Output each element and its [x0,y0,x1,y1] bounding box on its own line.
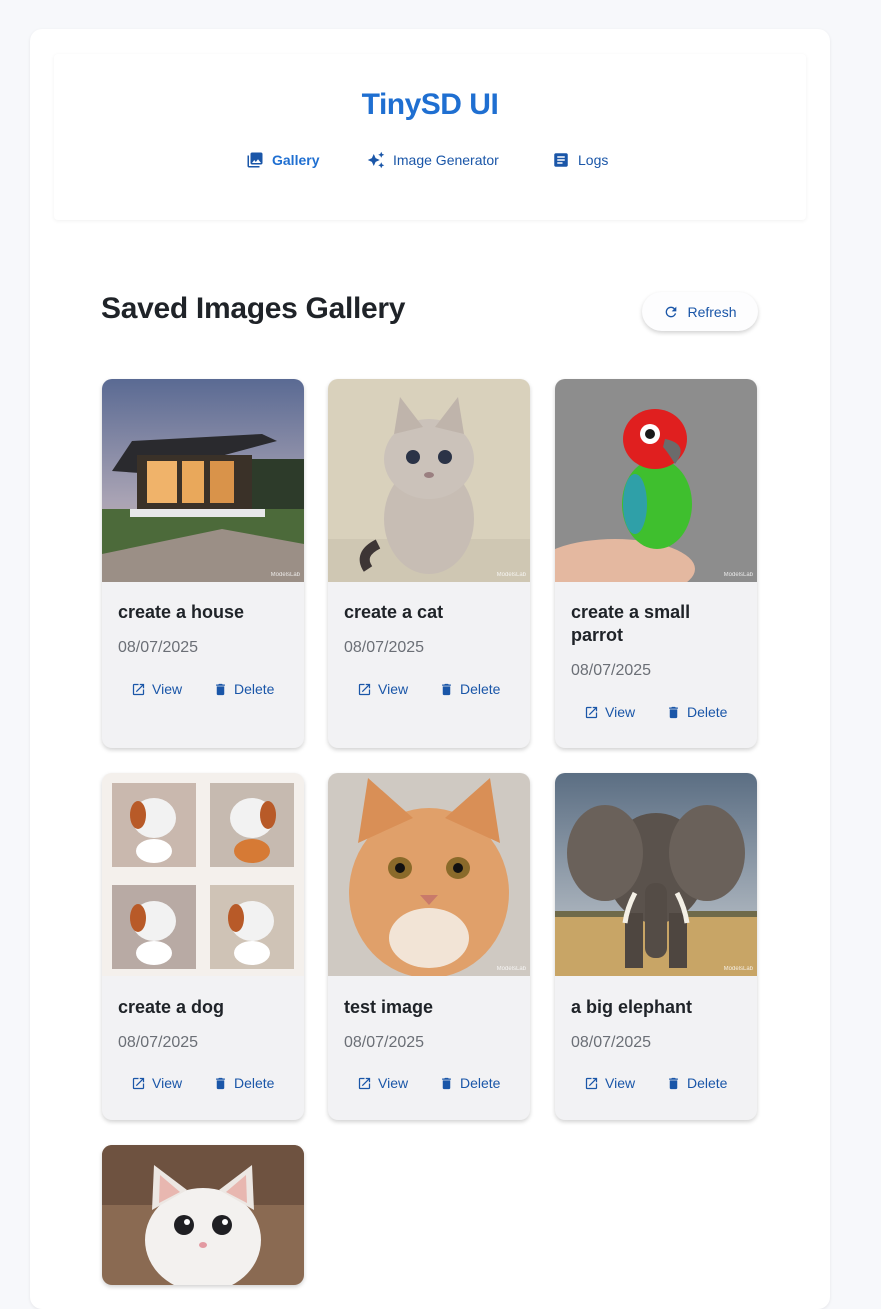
image-title: create a small parrot [571,602,691,645]
card-actions: View Delete [102,681,304,701]
app-header: TinySD UI Gallery Image Generator Logs [54,54,806,220]
trash-icon [216,1077,225,1089]
refresh-label: Refresh [687,303,737,320]
trash-icon [669,706,678,718]
image-title: create a cat [344,602,444,622]
view-label: View [605,704,636,720]
image-title: test image [344,997,434,1017]
delete-label: Delete [687,1075,728,1091]
gallery-thumbnail[interactable]: ModelsLab [328,379,530,582]
open-external-icon [132,1077,145,1089]
view-button[interactable]: View [131,681,182,697]
open-external-icon [358,1077,371,1089]
delete-button[interactable]: Delete [439,681,500,697]
gallery-thumbnail[interactable]: ModelsLab [555,773,757,976]
view-button[interactable]: View [357,1075,408,1091]
image-date: 08/07/2025 [571,1034,652,1051]
gallery-card: ModelsLab create a small parrot 08/07/20… [555,379,757,748]
open-external-icon [585,1077,598,1089]
delete-button[interactable]: Delete [439,1075,500,1091]
image-icon [247,152,263,168]
image-date: 08/07/2025 [344,639,425,656]
delete-label: Delete [460,681,501,697]
view-label: View [152,1075,183,1091]
delete-label: Delete [460,1075,501,1091]
watermark: ModelsLab [723,966,753,972]
view-label: View [378,1075,409,1091]
nav-logs[interactable]: Logs [552,151,608,169]
document-icon [554,153,568,167]
view-button[interactable]: View [131,1075,182,1091]
refresh-icon [666,306,677,317]
image-title: create a dog [118,997,225,1017]
image-title: a big elephant [571,997,693,1017]
nav-image-generator-label: Image Generator [393,152,499,168]
app-title: TinySD UI [361,88,499,121]
sparkle-icon [367,151,385,169]
view-button[interactable]: View [584,704,635,720]
gallery-thumbnail[interactable]: ModelsLab [102,379,304,582]
image-date: 08/07/2025 [344,1034,425,1051]
gallery-card: ModelsLab test image 08/07/2025 View Del… [328,773,530,1120]
view-button[interactable]: View [584,1075,635,1091]
delete-button[interactable]: Delete [666,1075,727,1091]
card-actions: View Delete [555,704,757,724]
watermark: ModelsLab [723,572,753,578]
trash-icon [442,1077,451,1089]
card-actions: View Delete [102,1075,304,1095]
gallery-thumbnail[interactable] [102,773,304,976]
gallery-thumbnail[interactable]: ModelsLab [555,379,757,582]
delete-label: Delete [234,681,275,697]
trash-icon [442,683,451,695]
gallery-card: create a dog 08/07/2025 View Delete [102,773,304,1120]
image-date: 08/07/2025 [571,662,652,679]
open-external-icon [585,706,598,718]
nav-gallery-label: Gallery [272,152,320,168]
delete-button[interactable]: Delete [213,681,274,697]
gallery-thumbnail[interactable]: ModelsLab [328,773,530,976]
open-external-icon [358,683,371,695]
gallery-card: ModelsLab create a house 08/07/2025 View… [102,379,304,748]
watermark: ModelsLab [496,966,526,972]
gallery-thumbnail[interactable] [102,1145,304,1285]
nav-logs-label: Logs [578,152,609,168]
image-date: 08/07/2025 [118,639,199,656]
open-external-icon [132,683,145,695]
gallery-card [102,1145,304,1285]
image-date: 08/07/2025 [118,1034,199,1051]
image-title: create a house [118,602,245,622]
delete-button[interactable]: Delete [213,1075,274,1091]
view-label: View [152,681,183,697]
gallery-title: Saved Images Gallery [101,292,406,325]
delete-label: Delete [234,1075,275,1091]
watermark: ModelsLab [270,572,300,578]
trash-icon [216,683,225,695]
card-actions: View Delete [328,1075,530,1095]
trash-icon [669,1077,678,1089]
delete-label: Delete [687,704,728,720]
card-actions: View Delete [555,1075,757,1095]
view-label: View [378,681,409,697]
main-nav: Gallery Image Generator Logs [54,151,806,173]
nav-gallery[interactable]: Gallery [246,151,319,169]
refresh-button[interactable]: Refresh [642,292,758,331]
gallery-card: ModelsLab a big elephant 08/07/2025 View… [555,773,757,1120]
nav-image-generator[interactable]: Image Generator [367,151,499,169]
card-actions: View Delete [328,681,530,701]
watermark: ModelsLab [496,572,526,578]
view-button[interactable]: View [357,681,408,697]
gallery-card: ModelsLab create a cat 08/07/2025 View D… [328,379,530,748]
delete-button[interactable]: Delete [666,704,727,720]
view-label: View [605,1075,636,1091]
